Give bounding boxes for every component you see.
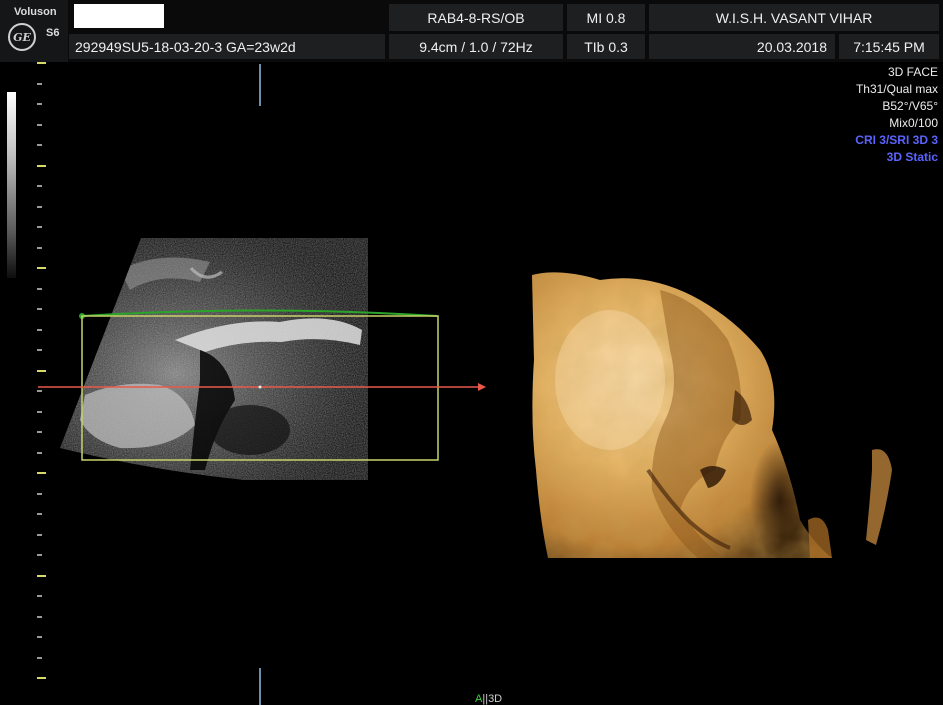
- view-marker: A||3D: [475, 693, 502, 705]
- rendered-3d-volume: [532, 272, 892, 558]
- volume-fragment: [866, 449, 892, 545]
- volume-fragment-lower: [808, 517, 832, 558]
- view-marker-label: 3D: [488, 693, 503, 705]
